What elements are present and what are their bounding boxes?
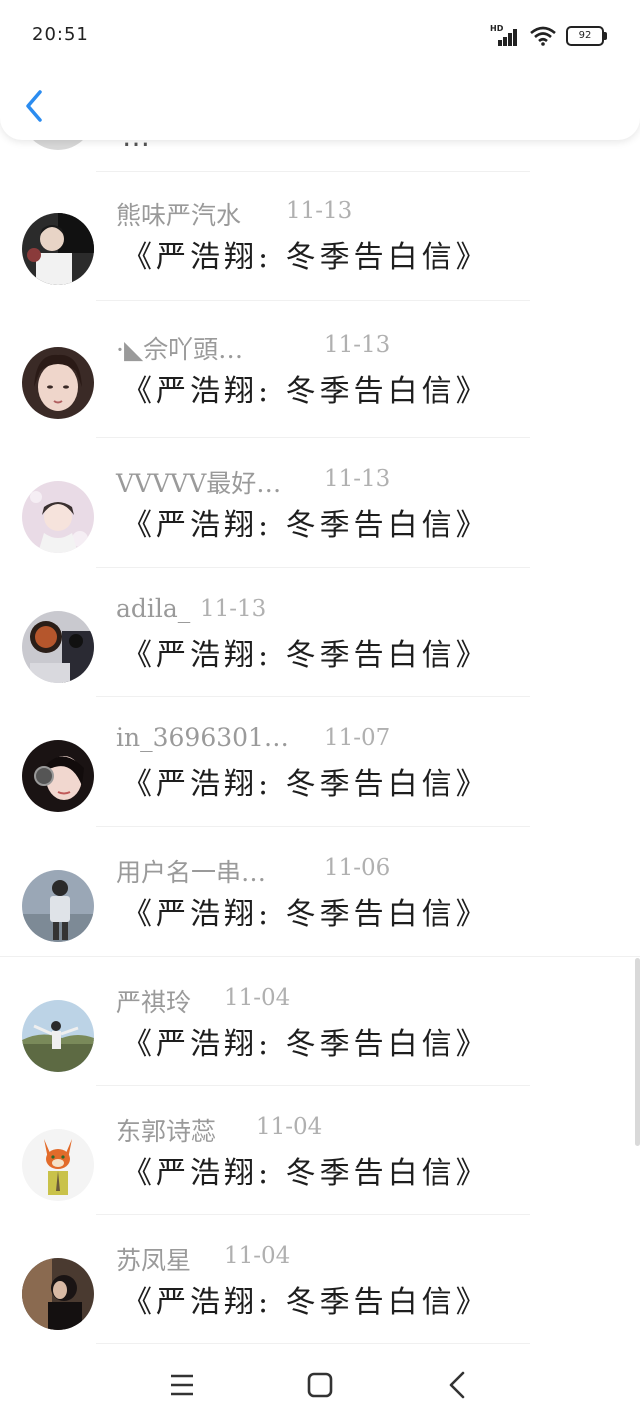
status-time: 20:51 [32, 24, 89, 45]
menu-icon [171, 1374, 193, 1396]
item-date: 11-07 [324, 725, 391, 751]
message-text: 《严浩翔: 冬季告白信》 [122, 897, 490, 932]
user-name: 苏凤星 [116, 1246, 192, 1275]
divider [96, 1085, 530, 1086]
battery-icon: 92 [566, 26, 607, 46]
user-name: 用户名一串… [116, 858, 267, 887]
signal-icon: HD [490, 24, 520, 46]
back-button[interactable] [20, 86, 48, 126]
avatar [22, 213, 94, 285]
item-date: 11-04 [224, 1243, 291, 1269]
message-text: 《严浩翔: 冬季告白信》 [122, 508, 490, 543]
item-date: 11-13 [324, 466, 391, 492]
wifi-icon [530, 26, 556, 46]
user-name: 熊味严汽水 [116, 201, 242, 230]
divider [96, 1343, 530, 1344]
divider [96, 567, 530, 568]
divider [96, 1214, 530, 1215]
scrollbar[interactable] [635, 958, 640, 1146]
avatar [22, 347, 94, 419]
message-text: 《严浩翔: 冬季告白信》 [122, 1027, 490, 1062]
divider [96, 826, 530, 827]
message-text: 《严浩翔: 冬季告白信》 [122, 1156, 490, 1191]
avatar [22, 1129, 94, 1201]
home-square-icon [307, 1372, 333, 1398]
user-name: VVVVV最好… [116, 469, 282, 498]
message-text: 《严浩翔: 冬季告白信》 [122, 638, 490, 673]
list-item[interactable]: in_3696301… 11-07 《严浩翔: 冬季告白信》 [0, 723, 640, 853]
item-date: 11-04 [256, 1114, 323, 1140]
message-text: 《严浩翔: 冬季告白信》 [122, 1285, 490, 1320]
chevron-left-icon [26, 90, 42, 122]
top-bar: 20:51 HD 92 [0, 0, 640, 140]
user-name: ·◣佘吖頭… [116, 335, 244, 364]
divider [96, 300, 530, 301]
list-item[interactable]: 东郭诗蕊 11-04 《严浩翔: 冬季告白信》 [0, 1112, 640, 1242]
avatar [22, 740, 94, 812]
home-button[interactable] [298, 1365, 342, 1405]
avatar [22, 1000, 94, 1072]
item-date: 11-13 [324, 332, 391, 358]
message-text: 《严浩翔: 冬季告白信》 [122, 374, 490, 409]
user-name: 严祺玲 [116, 988, 192, 1017]
item-date: 11-06 [324, 855, 391, 881]
status-icons: HD 92 [490, 24, 607, 46]
user-name: in_3696301… [116, 723, 289, 752]
message-text: 《严浩翔: 冬季告白信》 [122, 240, 490, 275]
user-name: 东郭诗蕊 [116, 1117, 217, 1146]
item-date: 11-04 [224, 985, 291, 1011]
list-item[interactable]: 熊味严汽水 11-13 《严浩翔: 冬季告白信》 [0, 196, 640, 326]
menu-button[interactable] [160, 1365, 204, 1405]
divider [96, 437, 530, 438]
list-item[interactable]: VVVVV最好… 11-13 《严浩翔: 冬季告白信》 [0, 464, 640, 594]
avatar [22, 481, 94, 553]
item-date: 11-13 [286, 198, 353, 224]
avatar [22, 1258, 94, 1330]
divider [96, 171, 530, 172]
list-item[interactable]: 严祺玲 11-04 《严浩翔: 冬季告白信》 [0, 983, 640, 1113]
avatar [22, 870, 94, 942]
divider [0, 956, 640, 957]
item-date: 11-13 [200, 596, 267, 622]
list-item[interactable]: ·◣佘吖頭… 11-13 《严浩翔: 冬季告白信》 [0, 330, 640, 460]
list-item[interactable]: adila_ 11-13 《严浩翔: 冬季告白信》 [0, 594, 640, 724]
message-text: 《严浩翔: 冬季告白信》 [122, 767, 490, 802]
back-triangle-icon [449, 1371, 465, 1399]
user-name: adila_ [116, 594, 191, 623]
system-nav-bar [0, 1345, 640, 1423]
divider [96, 696, 530, 697]
network-type-label: HD [490, 24, 504, 33]
list-item[interactable]: 用户名一串… 11-06 《严浩翔: 冬季告白信》 [0, 853, 640, 983]
system-back-button[interactable] [436, 1365, 480, 1405]
avatar [22, 611, 94, 683]
